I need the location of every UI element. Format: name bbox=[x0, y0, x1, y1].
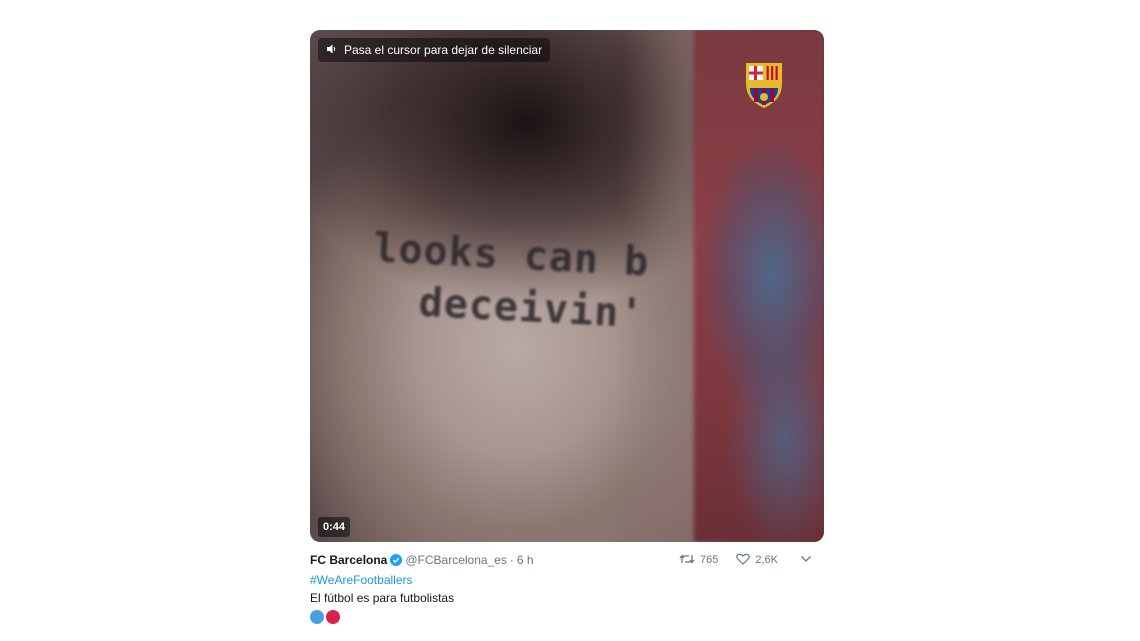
author-handle[interactable]: @FCBarcelona_es bbox=[405, 553, 507, 567]
author-name[interactable]: FC Barcelona bbox=[310, 553, 387, 567]
chevron-down-icon bbox=[800, 554, 812, 566]
unmute-hint[interactable]: Pasa el cursor para dejar de silenciar bbox=[318, 38, 551, 62]
tweet-text: El fútbol es para futbolistas bbox=[310, 591, 455, 605]
video-duration: 0:44 bbox=[318, 517, 351, 537]
emoji-row bbox=[310, 610, 824, 624]
unmute-hint-label: Pasa el cursor para dejar de silenciar bbox=[344, 43, 543, 57]
fcb-crest-logo bbox=[740, 60, 788, 115]
heart-icon bbox=[736, 553, 751, 568]
retweet-icon bbox=[679, 553, 695, 568]
speaker-muted-icon bbox=[326, 43, 338, 58]
verified-badge-icon bbox=[390, 554, 403, 566]
video-frame-tattoo: looks can b deceivin' bbox=[369, 222, 674, 342]
tweet-card: looks can b deceivin' Pasa el cursor par… bbox=[310, 30, 824, 624]
tweet-header: FC Barcelona @FCBarcelona_es · 6 h 765 2… bbox=[310, 549, 824, 571]
header-separator: · bbox=[509, 553, 514, 567]
hashtag-link[interactable]: #WeAreFootballers bbox=[310, 572, 824, 589]
like-button[interactable]: 2,6K bbox=[736, 553, 778, 568]
more-options-button[interactable] bbox=[800, 554, 812, 566]
retweet-count: 765 bbox=[700, 554, 719, 566]
like-count: 2,6K bbox=[755, 554, 778, 566]
tweet-actions: 765 2,6K bbox=[679, 549, 812, 571]
red-circle-emoji bbox=[326, 610, 340, 624]
retweet-button[interactable]: 765 bbox=[679, 553, 718, 568]
tweet-timestamp[interactable]: 6 h bbox=[517, 553, 534, 567]
blue-circle-emoji bbox=[310, 610, 324, 624]
video-player[interactable]: looks can b deceivin' Pasa el cursor par… bbox=[310, 30, 824, 542]
